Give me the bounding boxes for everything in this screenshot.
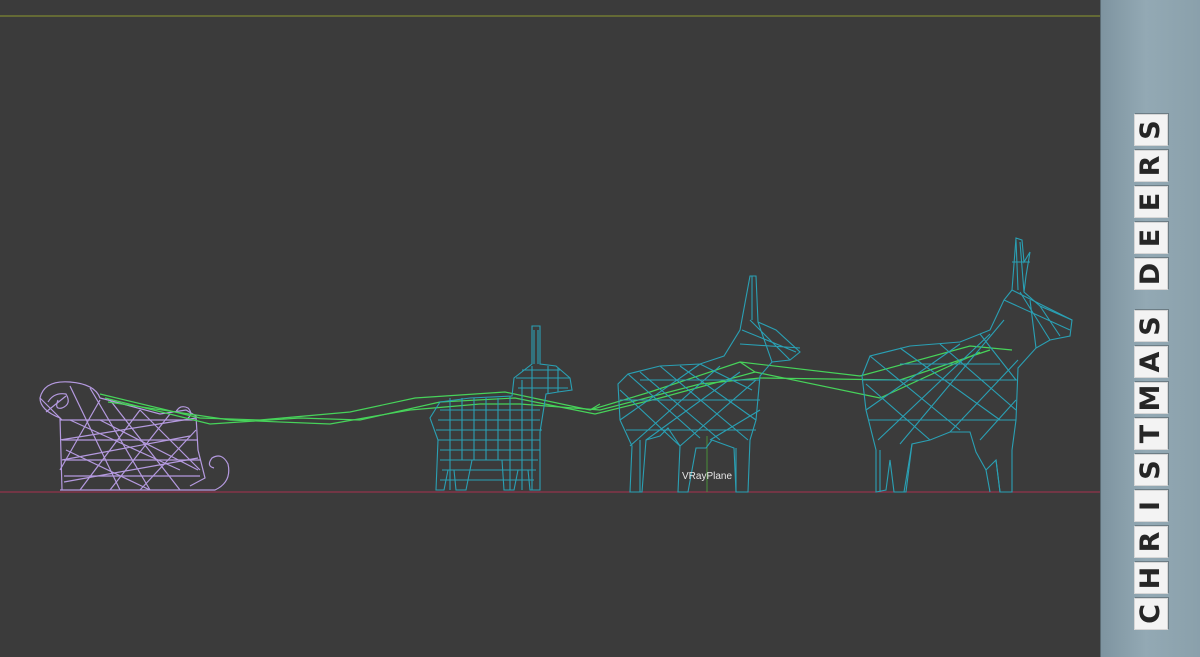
viewport-front[interactable]: VRayPlane <box>0 0 1100 657</box>
banner-title-letter: S <box>1134 454 1168 486</box>
banner-title-letter: I <box>1134 490 1168 522</box>
banner-title: CHRISTMASDEERS <box>1134 114 1168 630</box>
banner-title-letter: C <box>1134 598 1168 630</box>
banner-title-letter: R <box>1134 150 1168 182</box>
reins-icon[interactable] <box>99 345 1013 425</box>
banner-title-letter: D <box>1134 258 1168 290</box>
object-label-vrayplane[interactable]: VRayPlane <box>682 471 732 482</box>
banner-title-letter: E <box>1134 222 1168 254</box>
banner-title-letter: R <box>1134 526 1168 558</box>
banner-title-letter: S <box>1134 310 1168 342</box>
banner-title-gap <box>1134 294 1168 306</box>
deer-small-icon[interactable] <box>429 325 573 491</box>
banner-title-letter: H <box>1134 562 1168 594</box>
sleigh-icon[interactable] <box>39 381 230 491</box>
banner-title-letter: S <box>1134 114 1168 146</box>
deer-large-icon[interactable] <box>861 237 1073 493</box>
banner-title-letter: T <box>1134 418 1168 450</box>
viewport-canvas[interactable] <box>0 0 1100 657</box>
banner-title-letter: E <box>1134 186 1168 218</box>
banner-panel: CHRISTMASDEERS <box>1100 0 1200 657</box>
banner-title-letter: M <box>1134 382 1168 414</box>
banner-title-letter: A <box>1134 346 1168 378</box>
